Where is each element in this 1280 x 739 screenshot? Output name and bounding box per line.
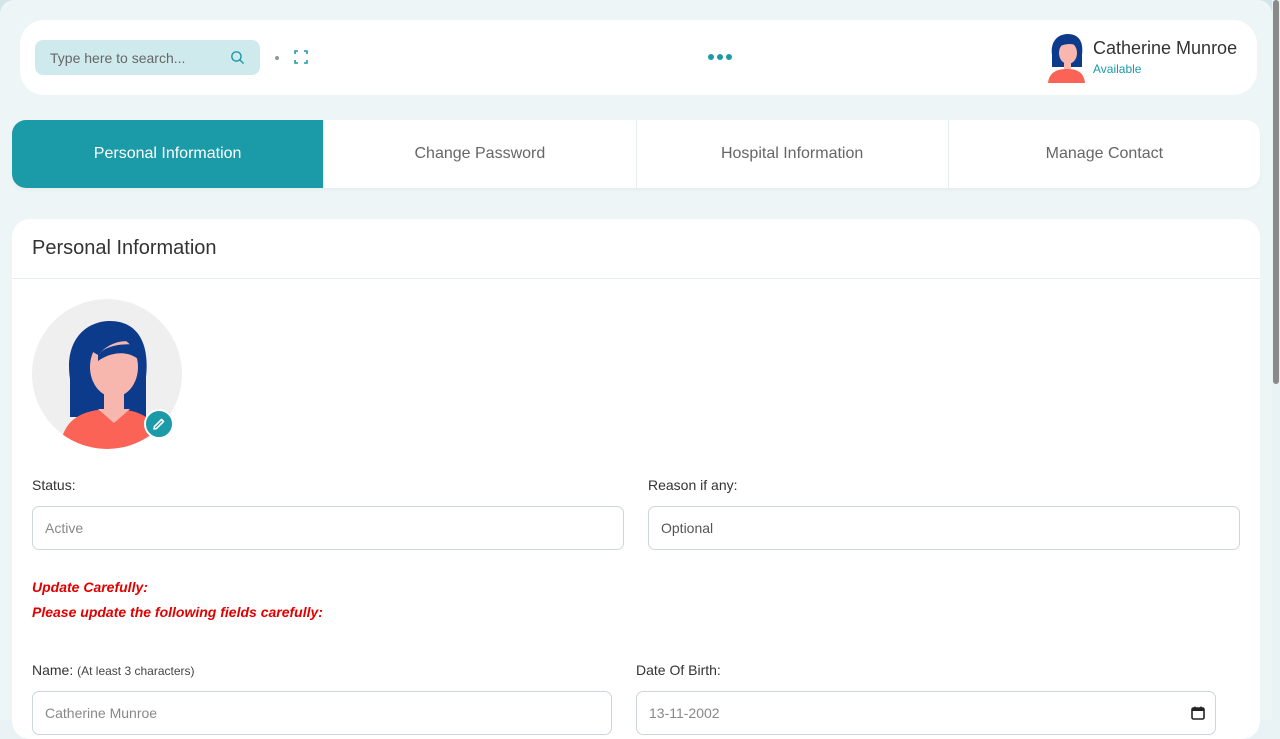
name-label-text: Name: — [32, 662, 74, 678]
name-field[interactable]: Catherine Munroe — [32, 691, 612, 735]
app-frame: Catherine Munroe Available Personal Info… — [0, 0, 1272, 739]
status-value: Active — [45, 520, 84, 536]
user-name: Catherine Munroe — [1093, 38, 1238, 58]
more-icon[interactable] — [708, 54, 732, 62]
reason-label: Reason if any: — [648, 477, 738, 493]
scrollbar-thumb[interactable] — [1273, 0, 1279, 384]
dob-field[interactable]: 13-11-2002 — [636, 691, 1216, 735]
edit-icon — [153, 418, 165, 430]
name-hint: (At least 3 characters) — [77, 664, 195, 678]
fullscreen-icon[interactable] — [294, 50, 308, 64]
tab-hospital-information[interactable]: Hospital Information — [637, 120, 949, 188]
name-value: Catherine Munroe — [45, 705, 158, 721]
dob-value: 13-11-2002 — [649, 705, 720, 721]
personal-information-card: Personal Information Status: Active Reas… — [12, 219, 1260, 739]
status-label: Status: — [32, 477, 76, 493]
search-icon[interactable] — [229, 49, 246, 66]
name-label: Name: (At least 3 characters) — [32, 662, 195, 678]
reason-value: Optional — [661, 520, 714, 536]
top-bar: Catherine Munroe Available — [20, 20, 1257, 95]
search-box[interactable] — [35, 40, 260, 75]
warning-text: Please update the following fields caref… — [32, 604, 323, 620]
user-avatar[interactable] — [1046, 33, 1086, 83]
separator-dot — [275, 56, 279, 60]
warning-title: Update Carefully: — [32, 579, 148, 595]
user-status: Available — [1093, 62, 1142, 76]
status-field[interactable]: Active — [32, 506, 624, 550]
search-input[interactable] — [50, 49, 220, 66]
scrollbar[interactable] — [1272, 0, 1280, 720]
card-divider — [12, 278, 1260, 279]
calendar-icon[interactable] — [1191, 706, 1205, 720]
dob-label: Date Of Birth: — [636, 662, 721, 678]
tab-manage-contact[interactable]: Manage Contact — [949, 120, 1260, 188]
reason-field[interactable]: Optional — [648, 506, 1240, 550]
tab-change-password[interactable]: Change Password — [324, 120, 637, 188]
edit-photo-button[interactable] — [144, 409, 174, 439]
tab-personal-information[interactable]: Personal Information — [12, 120, 325, 188]
card-title: Personal Information — [32, 237, 217, 259]
profile-tabs: Personal Information Change Password Hos… — [12, 120, 1260, 188]
